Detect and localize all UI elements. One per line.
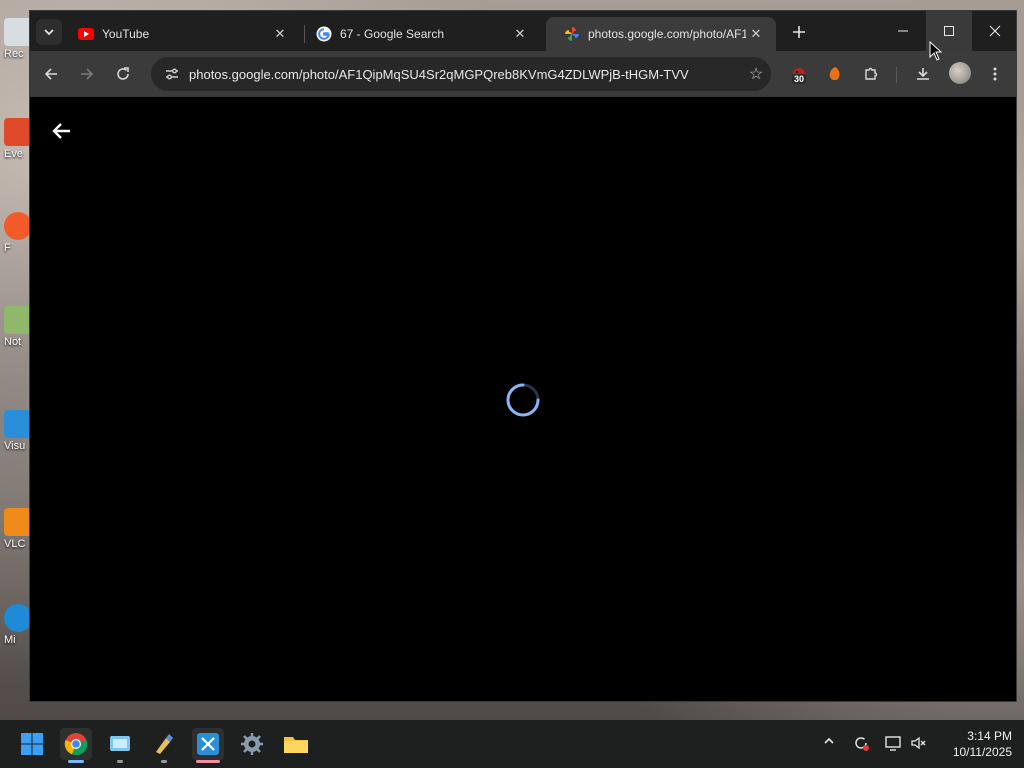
taskbar-clock[interactable]: 3:14 PM 10/11/2025 (936, 728, 1012, 760)
youtube-icon (78, 28, 94, 40)
chrome-icon (64, 733, 88, 756)
close-icon (989, 25, 1001, 37)
close-tab-icon[interactable]: ✕ (510, 24, 530, 44)
desktop-icon-label: Not (4, 336, 22, 348)
tab-title: photos.google.com/photo/AF1Q (588, 27, 746, 41)
back-arrow-button[interactable] (48, 117, 76, 145)
display-tray-button[interactable] (882, 734, 904, 755)
tab-youtube[interactable]: YouTube ✕ (60, 17, 300, 51)
download-icon (917, 68, 929, 80)
menu-button[interactable] (982, 61, 1008, 87)
arrow-right-icon (81, 68, 94, 80)
arrow-left-icon (52, 123, 70, 139)
taskbar-file-explorer[interactable] (280, 728, 312, 760)
puzzle-icon (865, 67, 878, 80)
volume-tray-button[interactable] (908, 734, 930, 755)
desktop-icon-label: Rec (4, 48, 24, 60)
close-window-button[interactable] (972, 11, 1018, 51)
start-button[interactable] (16, 728, 48, 760)
taskbar: 3:14 PM 10/11/2025 (0, 720, 1024, 768)
profile-avatar[interactable] (949, 62, 971, 84)
minimize-icon (898, 30, 908, 32)
orange-extension-icon (829, 67, 840, 81)
google-photos-icon (565, 27, 579, 41)
taskbar-tablet-app[interactable] (104, 728, 136, 763)
windows-icon (21, 733, 43, 755)
chevron-down-icon (44, 29, 54, 36)
plus-icon (793, 26, 805, 38)
taskbar-chrome[interactable] (60, 728, 92, 763)
desktop-icon-label: Eve (4, 148, 23, 160)
desktop-icon-label: Visu (4, 440, 26, 452)
gear-icon (241, 733, 263, 755)
tab-google-search[interactable]: 67 - Google Search ✕ (298, 17, 540, 51)
extension-badge: 30 (792, 74, 807, 84)
new-tab-button[interactable] (788, 21, 810, 43)
maximize-icon (944, 26, 954, 36)
desktop-icon-label: VLC (4, 538, 26, 550)
browser-window: YouTube ✕ 67 - Google Search ✕ photos.go… (29, 10, 1017, 702)
clock-date: 10/11/2025 (952, 745, 1012, 759)
close-tab-icon[interactable]: ✕ (270, 24, 290, 44)
tab-search-button[interactable] (36, 19, 62, 45)
tab-strip: YouTube ✕ 67 - Google Search ✕ photos.go… (30, 11, 1016, 51)
toolbar-divider (896, 67, 897, 83)
sync-error-icon (855, 737, 869, 751)
address-bar[interactable]: photos.google.com/photo/AF1QipMqSU4Sr2qM… (151, 57, 771, 91)
speaker-muted-icon (911, 736, 926, 750)
chevron-up-icon (824, 737, 834, 744)
reload-button[interactable] (110, 61, 136, 87)
google-icon (316, 26, 332, 42)
monitor-icon (885, 736, 901, 751)
extension-button[interactable] (822, 61, 848, 87)
desktop-icon-label: F (4, 242, 11, 254)
loading-spinner-icon (506, 383, 540, 417)
downloads-button[interactable] (910, 61, 936, 87)
back-button[interactable] (38, 61, 64, 87)
reload-icon (117, 67, 129, 80)
browser-toolbar: photos.google.com/photo/AF1QipMqSU4Sr2qM… (30, 51, 1016, 97)
taskbar-settings[interactable] (236, 728, 268, 760)
taskbar-x-app[interactable] (192, 728, 224, 763)
running-indicator (161, 760, 167, 763)
bookmark-star-icon[interactable]: ☆ (741, 64, 771, 84)
x-app-icon (197, 733, 219, 755)
desktop-icon-label: Mi (4, 634, 16, 646)
arrow-left-icon (44, 68, 57, 80)
running-indicator (117, 760, 123, 763)
tab-google-photos[interactable]: photos.google.com/photo/AF1Q ✕ (546, 17, 776, 51)
site-info-icon[interactable] (157, 66, 187, 82)
taskbar-paint-app[interactable] (148, 728, 180, 763)
url-text[interactable]: photos.google.com/photo/AF1QipMqSU4Sr2qM… (189, 67, 741, 82)
more-vert-icon (993, 67, 997, 81)
sync-status-button[interactable] (850, 734, 872, 755)
running-indicator (196, 760, 220, 763)
page-content (30, 97, 1016, 701)
minimize-button[interactable] (880, 11, 926, 51)
extensions-menu-button[interactable] (858, 61, 884, 87)
show-hidden-icons-button[interactable] (818, 734, 840, 750)
folder-icon (284, 737, 308, 753)
tab-title: YouTube (102, 27, 150, 41)
clock-time: 3:14 PM (967, 729, 1012, 743)
running-indicator (68, 760, 84, 763)
forward-button[interactable] (74, 61, 100, 87)
tab-title: 67 - Google Search (340, 27, 445, 41)
mouse-cursor-icon (929, 41, 943, 61)
paint-brush-icon (156, 734, 173, 754)
close-tab-icon[interactable]: ✕ (746, 24, 766, 44)
tablet-app-icon (110, 736, 130, 751)
